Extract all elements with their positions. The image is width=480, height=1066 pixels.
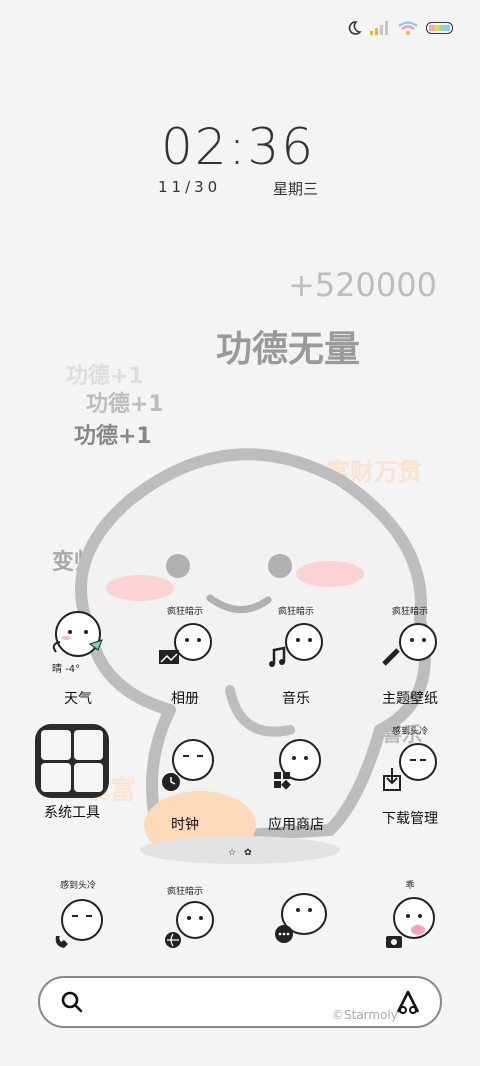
search-icon[interactable] bbox=[60, 990, 84, 1014]
phone-caption: 感到头冷 bbox=[59, 881, 96, 891]
theme-caption: 疯狂暗示 bbox=[391, 607, 428, 617]
status-bar bbox=[346, 20, 454, 36]
theme-label: 主题壁纸 bbox=[382, 691, 438, 707]
dock-phone[interactable]: 感到头冷 bbox=[28, 878, 128, 958]
handsome-text: 变帅 bbox=[52, 550, 97, 575]
store-label: 应用商店 bbox=[268, 817, 324, 833]
merit-text: 功德无量 bbox=[216, 329, 361, 370]
app-theme[interactable]: 疯狂暗示 主题壁纸 bbox=[360, 604, 460, 708]
phone-sticker-icon bbox=[55, 899, 103, 948]
music-caption: 疯狂暗示 bbox=[277, 607, 314, 617]
downloads-sticker-icon bbox=[383, 743, 437, 791]
plus1-b-text: 功德+1 bbox=[86, 392, 164, 417]
dock-browser[interactable]: 疯狂暗示 bbox=[135, 878, 235, 958]
camera-caption: 乖 bbox=[405, 881, 415, 891]
dock-messages[interactable] bbox=[246, 878, 346, 958]
system-tools-folder-icon bbox=[35, 724, 109, 798]
browser-caption: 疯狂暗示 bbox=[166, 887, 203, 897]
music-label: 音乐 bbox=[282, 691, 310, 707]
app-downloads[interactable]: 感到头冷 下载管理 bbox=[360, 724, 460, 828]
system-tools-label: 系统工具 bbox=[44, 805, 100, 821]
store-sticker-icon bbox=[274, 739, 321, 790]
dock-camera[interactable]: 乖 bbox=[360, 878, 460, 958]
plus1-c-text: 功德+1 bbox=[74, 424, 152, 449]
gallery-label: 相册 bbox=[171, 691, 199, 707]
theme-sticker-icon bbox=[382, 623, 437, 666]
app-music[interactable]: 疯狂暗示 音乐 bbox=[246, 604, 346, 708]
points-text: +520000 bbox=[288, 266, 437, 304]
moon-icon bbox=[348, 21, 362, 35]
weather-temp: 晴 -4° bbox=[52, 664, 81, 675]
wifi-icon bbox=[398, 21, 418, 35]
weather-sticker-icon bbox=[52, 611, 103, 657]
clock-time: 02:36 bbox=[160, 118, 316, 176]
weather-label: 天气 bbox=[64, 691, 92, 707]
app-clock[interactable]: 时钟 bbox=[135, 730, 235, 834]
messages-sticker-icon bbox=[275, 893, 327, 943]
downloads-caption: 感到头冷 bbox=[391, 727, 428, 737]
app-store[interactable]: 应用商店 bbox=[246, 730, 346, 834]
watermark: ©Starmoly bbox=[332, 1008, 398, 1022]
page-dot-2[interactable]: ✿ bbox=[244, 848, 252, 858]
camera-sticker-icon bbox=[386, 897, 435, 948]
lock-clock[interactable]: 02:36 11/30 星期三 bbox=[158, 118, 318, 199]
folder-system-tools[interactable]: 系统工具 bbox=[22, 724, 122, 822]
browser-sticker-icon bbox=[165, 901, 214, 948]
gallery-caption: 疯狂暗示 bbox=[166, 607, 203, 617]
downloads-label: 下载管理 bbox=[382, 811, 438, 827]
app-gallery[interactable]: 疯狂暗示 相册 bbox=[135, 604, 235, 708]
clock-label: 时钟 bbox=[171, 817, 199, 833]
wealth-text: 富财万贯 bbox=[326, 458, 422, 486]
assistant-icon[interactable] bbox=[394, 988, 422, 1016]
page-indicator[interactable]: ☆ ✿ bbox=[228, 848, 252, 858]
gallery-sticker-icon bbox=[159, 623, 212, 664]
clock-date: 11/30 bbox=[158, 178, 222, 196]
page-dot-1[interactable]: ☆ bbox=[228, 848, 236, 858]
clock-weekday: 星期三 bbox=[272, 180, 318, 198]
signal-icon bbox=[370, 21, 388, 35]
battery-icon bbox=[426, 22, 453, 34]
app-weather[interactable]: 晴 -4° 天气 bbox=[28, 604, 128, 708]
music-sticker-icon bbox=[269, 623, 323, 667]
clock-sticker-icon bbox=[162, 739, 214, 791]
